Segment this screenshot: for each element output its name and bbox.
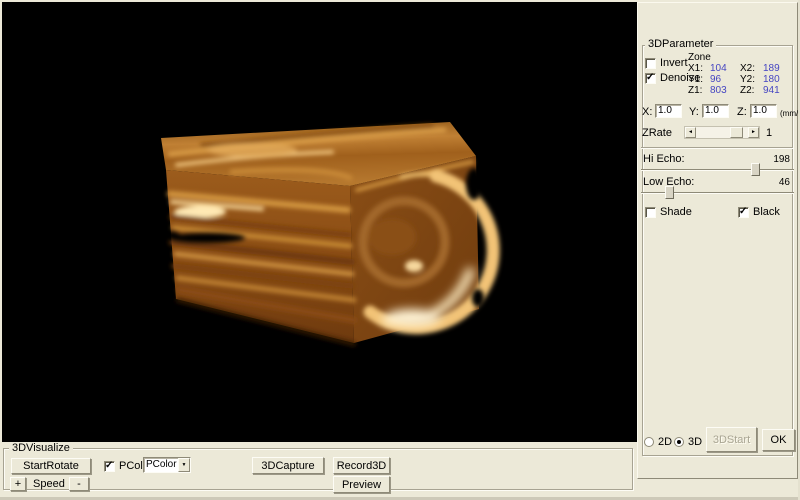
mode-2d-option[interactable]: 2D <box>644 436 672 448</box>
3dstart-button[interactable]: 3DStart <box>706 427 757 452</box>
y-scale-label: Y: <box>689 107 699 118</box>
pcolor-dropdown-value: PColor <box>144 458 178 472</box>
shade-checkbox[interactable] <box>645 207 656 218</box>
render-viewport[interactable] <box>2 2 637 442</box>
zrate-value: 1 <box>766 128 772 139</box>
low-echo-slider[interactable] <box>641 186 794 201</box>
invert-row: Invert <box>645 57 688 69</box>
zone-row-x: X1: 104 X2: 189 <box>688 63 791 74</box>
hi-echo-thumb[interactable] <box>751 163 760 176</box>
visualize-panel: 3DVisualize StartRotate + Speed - ✓ PCol… <box>3 448 633 490</box>
speed-label: Speed <box>33 479 65 490</box>
visualize-group-title: 3DVisualize <box>9 443 73 454</box>
ok-button[interactable]: OK <box>762 429 795 451</box>
shade-row: Shade <box>645 206 692 218</box>
zone-x2-value: 189 <box>763 63 791 74</box>
scale-unit-label: (mm/p) <box>780 108 800 119</box>
x-scale-label: X: <box>642 107 652 118</box>
zone-title: Zone <box>688 52 791 63</box>
zrate-label: ZRate <box>642 128 672 139</box>
scroll-left-icon[interactable]: ◄ <box>685 127 696 138</box>
parameter-group-title: 3DParameter <box>645 39 716 50</box>
chevron-down-icon[interactable]: ▼ <box>178 458 190 472</box>
zone-z2-label: Z2: <box>740 85 763 96</box>
check-icon: ✓ <box>105 460 113 471</box>
zone-block: Zone X1: 104 X2: 189 Y1: 96 Y2: 180 Z1: … <box>688 52 791 96</box>
hi-echo-track[interactable] <box>641 169 794 171</box>
3dcapture-button[interactable]: 3DCapture <box>252 457 324 474</box>
invert-label: Invert <box>660 57 688 69</box>
low-echo-thumb[interactable] <box>665 186 674 199</box>
mode-3d-option[interactable]: 3D <box>674 436 702 448</box>
zone-y2-value: 180 <box>763 74 791 85</box>
pcolor-checkbox[interactable]: ✓ <box>104 461 115 472</box>
black-row: ✓ Black <box>738 206 780 218</box>
record3d-button[interactable]: Record3D <box>333 457 390 474</box>
zone-x1-label: X1: <box>688 63 710 74</box>
mode-3d-radio[interactable] <box>674 437 684 447</box>
zone-y2-label: Y2: <box>740 74 763 85</box>
check-icon: ✓ <box>646 72 654 83</box>
mode-2d-label: 2D <box>658 436 672 448</box>
zone-row-z: Z1: 803 Z2: 941 <box>688 85 791 96</box>
mode-3d-label: 3D <box>688 436 702 448</box>
z-scale-label: Z: <box>737 107 747 118</box>
check-icon: ✓ <box>739 206 747 217</box>
denoise-checkbox[interactable]: ✓ <box>645 73 656 84</box>
x-scale-input[interactable]: 1.0 <box>655 104 682 118</box>
z-scale-input[interactable]: 1.0 <box>750 104 777 118</box>
zone-z2-value: 941 <box>763 85 791 96</box>
shade-label: Shade <box>660 206 692 218</box>
zone-z1-value: 803 <box>710 85 740 96</box>
y-scale-input[interactable]: 1.0 <box>702 104 729 118</box>
mode-2d-radio[interactable] <box>644 437 654 447</box>
invert-checkbox[interactable] <box>645 58 656 69</box>
zone-x1-value: 104 <box>710 63 740 74</box>
preview-button[interactable]: Preview <box>333 476 390 493</box>
start-rotate-button[interactable]: StartRotate <box>11 458 91 474</box>
zrate-track[interactable] <box>696 127 748 138</box>
black-label: Black <box>753 206 780 218</box>
pcolor-dropdown[interactable]: PColor ▼ <box>143 457 191 473</box>
zone-z1-label: Z1: <box>688 85 710 96</box>
speed-minus-button[interactable]: - <box>69 477 89 491</box>
parameter-panel: 3DParameter Invert ✓ Denoise Zone X1: 10… <box>637 2 798 479</box>
zone-row-y: Y1: 96 Y2: 180 <box>688 74 791 85</box>
black-checkbox[interactable]: ✓ <box>738 207 749 218</box>
low-echo-track[interactable] <box>641 192 794 194</box>
zone-y1-value: 96 <box>710 74 740 85</box>
separator-line <box>641 147 793 149</box>
speed-plus-button[interactable]: + <box>10 477 26 491</box>
volume-render-3d <box>2 2 637 442</box>
scroll-right-icon[interactable]: ► <box>748 127 759 138</box>
zone-y1-label: Y1: <box>688 74 710 85</box>
zrate-scrollbar[interactable]: ◄ ► <box>684 126 760 139</box>
zrate-thumb[interactable] <box>730 127 743 138</box>
zone-x2-label: X2: <box>740 63 763 74</box>
